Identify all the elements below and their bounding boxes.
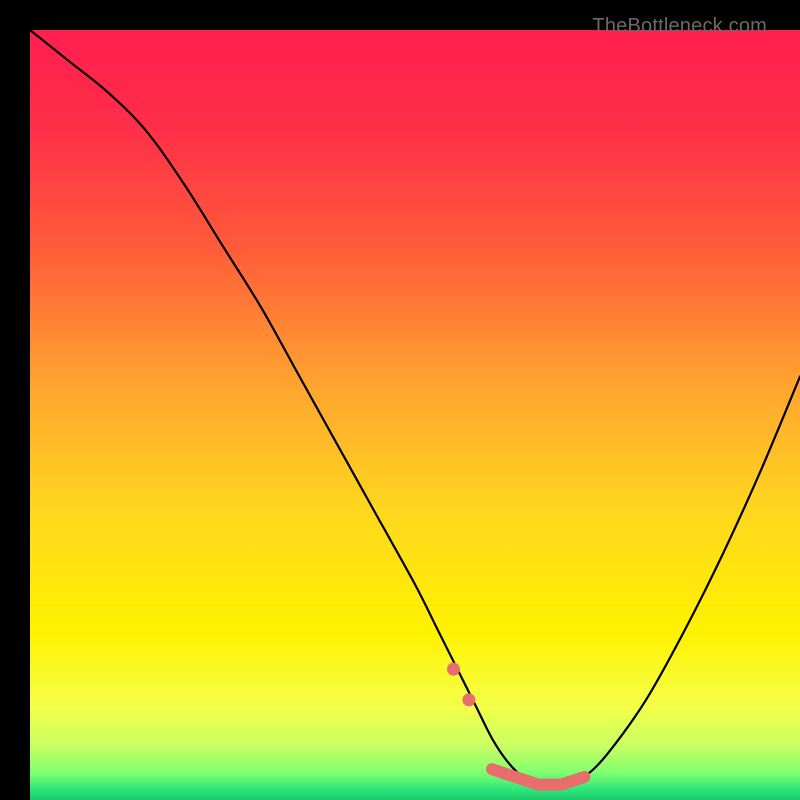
bottleneck-chart xyxy=(30,30,800,800)
marker-dot xyxy=(462,693,475,706)
watermark-text: TheBottleneck.com xyxy=(592,15,767,38)
chart-frame: TheBottleneck.com xyxy=(15,15,785,785)
marker-dot xyxy=(447,663,460,676)
gradient-background xyxy=(30,30,800,800)
